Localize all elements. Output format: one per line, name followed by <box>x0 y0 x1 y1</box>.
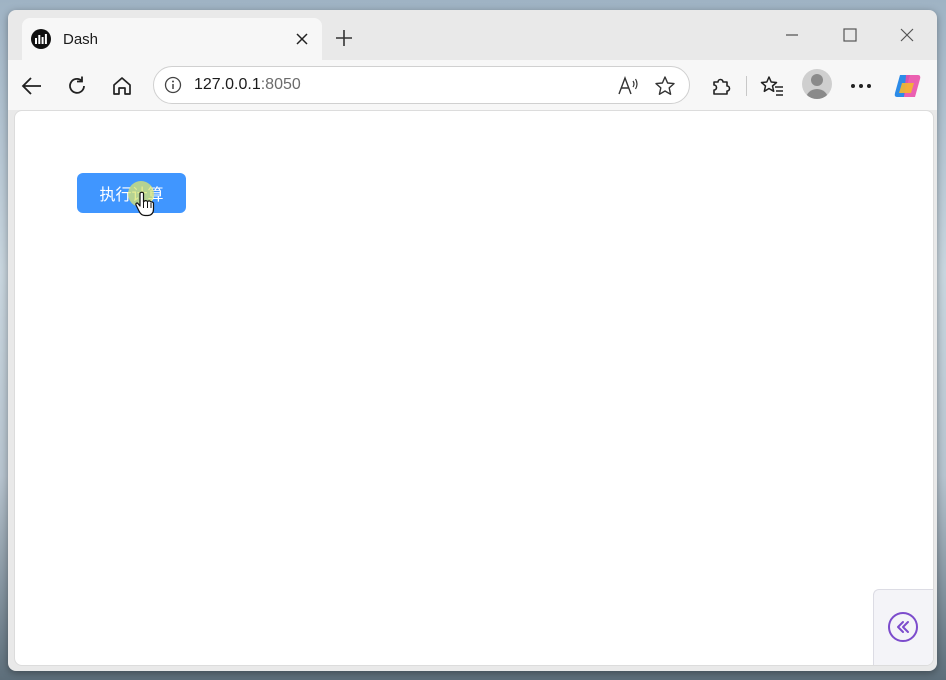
refresh-button[interactable] <box>61 70 93 102</box>
profile-icon[interactable] <box>802 69 832 99</box>
info-icon[interactable] <box>162 74 184 96</box>
browser-toolbar: 127.0.0.1:8050 <box>8 60 937 110</box>
dash-logo-icon <box>31 29 51 49</box>
more-button[interactable] <box>845 70 877 102</box>
browser-window: Dash 127.0.0.1:8050 <box>8 10 937 671</box>
close-tab-icon[interactable] <box>290 27 314 51</box>
back-icon <box>21 77 41 95</box>
home-icon <box>113 77 131 95</box>
extensions-button[interactable] <box>705 70 737 102</box>
copilot-button[interactable] <box>892 70 924 102</box>
plus-icon <box>336 30 352 46</box>
toolbar-separator <box>746 76 747 96</box>
favorites-icon <box>760 76 783 96</box>
url-port: :8050 <box>260 76 301 93</box>
maximize-icon <box>843 28 857 42</box>
extensions-icon <box>713 78 731 95</box>
tab-strip: Dash <box>8 10 937 60</box>
close-icon <box>900 28 914 42</box>
back-button[interactable] <box>16 70 48 102</box>
home-button[interactable] <box>106 70 138 102</box>
tab-title: Dash <box>63 30 99 48</box>
url-host: 127.0.0.1 <box>194 76 261 93</box>
favorite-star-icon[interactable] <box>652 73 678 99</box>
devtools-panel <box>873 589 933 665</box>
address-bar[interactable]: 127.0.0.1:8050 <box>153 66 690 104</box>
refresh-icon <box>69 76 85 94</box>
page-viewport: 执行计算 <box>14 110 934 666</box>
close-window-button[interactable] <box>892 22 922 48</box>
more-icon <box>851 84 871 88</box>
tab-dash[interactable]: Dash <box>22 18 322 60</box>
favorites-button[interactable] <box>756 70 788 102</box>
hand-cursor-icon <box>135 191 155 217</box>
minimize-icon <box>786 34 798 36</box>
new-tab-button[interactable] <box>331 25 357 51</box>
read-aloud-icon[interactable] <box>615 73 641 99</box>
minimize-button[interactable] <box>777 22 807 48</box>
copilot-icon <box>894 75 921 97</box>
maximize-button[interactable] <box>835 22 865 48</box>
devtools-collapse-icon[interactable] <box>888 612 918 642</box>
